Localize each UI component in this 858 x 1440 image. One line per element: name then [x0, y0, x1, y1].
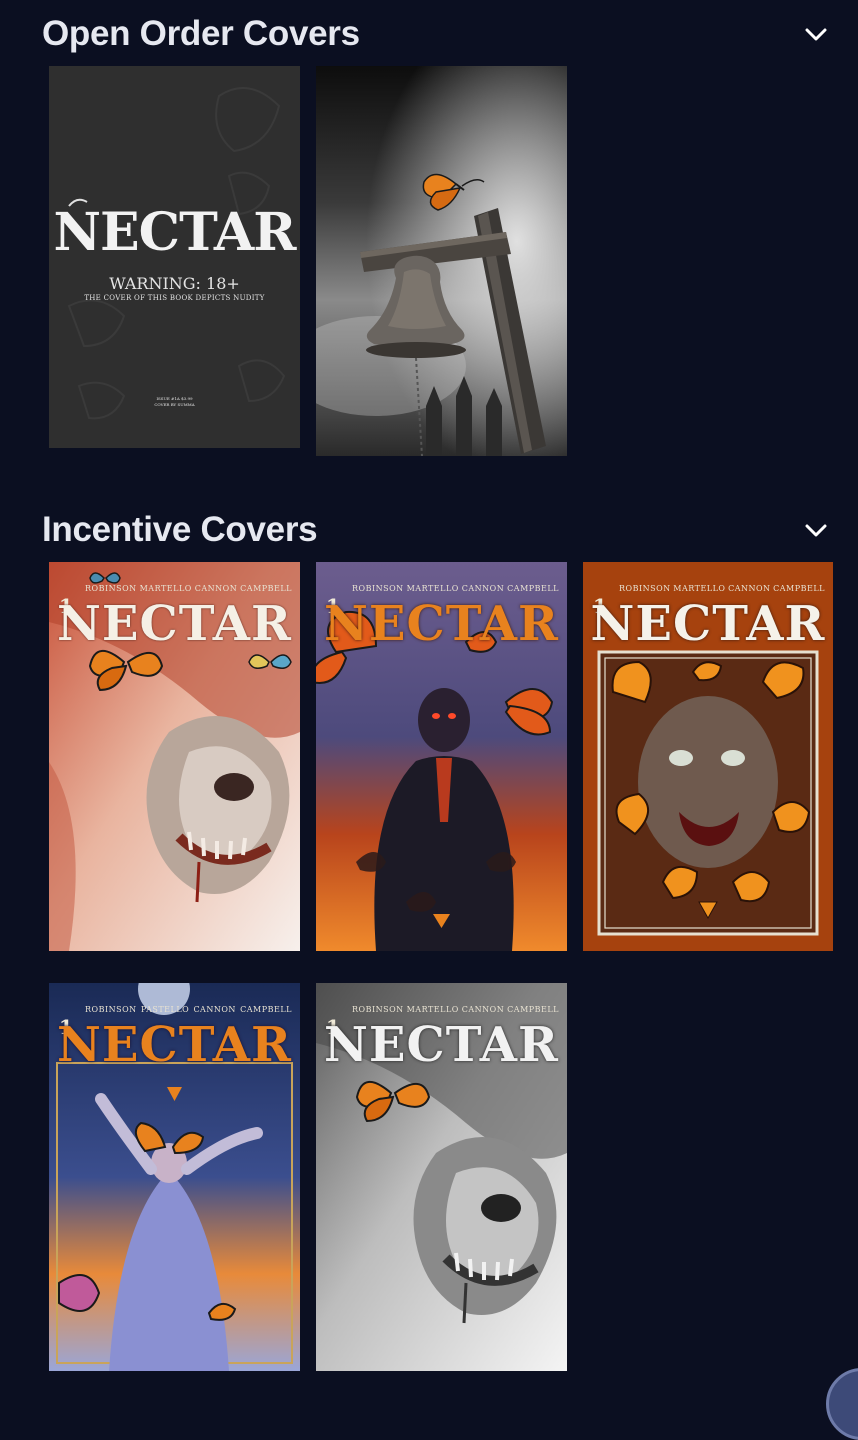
credit: ROBINSON [352, 584, 404, 593]
creator-credits: ROBINSON MARTELLO CANNON CAMPBELL [352, 1005, 559, 1014]
credit: CANNON [461, 584, 505, 593]
credit: MARTELLO [406, 584, 459, 593]
warning-note: THE COVER OF THIS BOOK DEPICTS NUDITY [84, 294, 265, 302]
cover-incentive-d[interactable]: 1 ROBINSON PASTELLO CANNON CAMPBELL NECT… [49, 983, 300, 1371]
credit: CANNON [194, 584, 238, 593]
credit: CANNON [728, 584, 771, 593]
credit: MARTELLO [406, 1005, 459, 1014]
credit: CANNON [193, 1005, 236, 1014]
cover-title: NECTAR [57, 596, 292, 652]
cover-open-order-a[interactable]: NECTAR WARNING: 18+ THE COVER OF THIS BO… [49, 66, 300, 448]
credit: ROBINSON [85, 584, 137, 593]
credit: MARTELLO [139, 584, 192, 593]
cover-incentive-a[interactable]: 1 ROBINSON MARTELLO CANNON CAMPBELL NECT… [49, 562, 300, 951]
fine-print-credit: COVER BY SUMMA [154, 402, 195, 407]
cover-open-order-b[interactable] [316, 66, 567, 456]
cover-title: NECTAR [324, 596, 559, 652]
cover-incentive-e[interactable]: 1 ROBINSON MARTELLO CANNON CAMPBELL NECT… [316, 983, 567, 1371]
chevron-down-icon[interactable] [805, 28, 827, 42]
credit: CANNON [461, 1005, 505, 1014]
credit: ROBINSON [85, 1005, 137, 1014]
section-title-open-order-covers: Open Order Covers [42, 14, 360, 53]
cover-title: NECTAR [57, 1017, 292, 1073]
cover-art-bell [316, 66, 567, 456]
cover-incentive-c[interactable]: 1 ROBINSON MARTELLO CANNON CAMPBELL NECT… [583, 562, 833, 951]
cover-title: NECTAR [590, 596, 826, 652]
creator-credits: ROBINSON MARTELLO CANNON CAMPBELL [352, 584, 559, 593]
fine-print: ISSUE #1A $3.99 [156, 396, 193, 401]
chevron-down-icon[interactable] [805, 524, 827, 538]
credit: ROBINSON [619, 584, 671, 593]
warning-text: WARNING: 18+ [109, 274, 240, 293]
section-title-incentive-covers: Incentive Covers [42, 510, 318, 549]
credit: CAMPBELL [240, 1005, 292, 1014]
credit: CAMPBELL [507, 1005, 559, 1014]
credit: PASTELLO [140, 1005, 190, 1014]
floating-action-button[interactable] [826, 1368, 858, 1440]
cover-incentive-b[interactable]: 1 ROBINSON MARTELLO CANNON CAMPBELL NECT… [316, 562, 567, 951]
cover-title: NECTAR [53, 202, 297, 263]
cover-title: NECTAR [324, 1017, 559, 1073]
creator-credits: ROBINSON MARTELLO CANNON CAMPBELL [85, 584, 292, 593]
creator-credits: ROBINSON PASTELLO CANNON CAMPBELL [85, 1005, 292, 1014]
credit: ROBINSON [352, 1005, 404, 1014]
credit: CAMPBELL [507, 584, 559, 593]
credit: CAMPBELL [240, 584, 292, 593]
credit: MARTELLO [673, 584, 726, 593]
credit: CAMPBELL [773, 584, 825, 593]
creator-credits: ROBINSON MARTELLO CANNON CAMPBELL [619, 584, 825, 593]
